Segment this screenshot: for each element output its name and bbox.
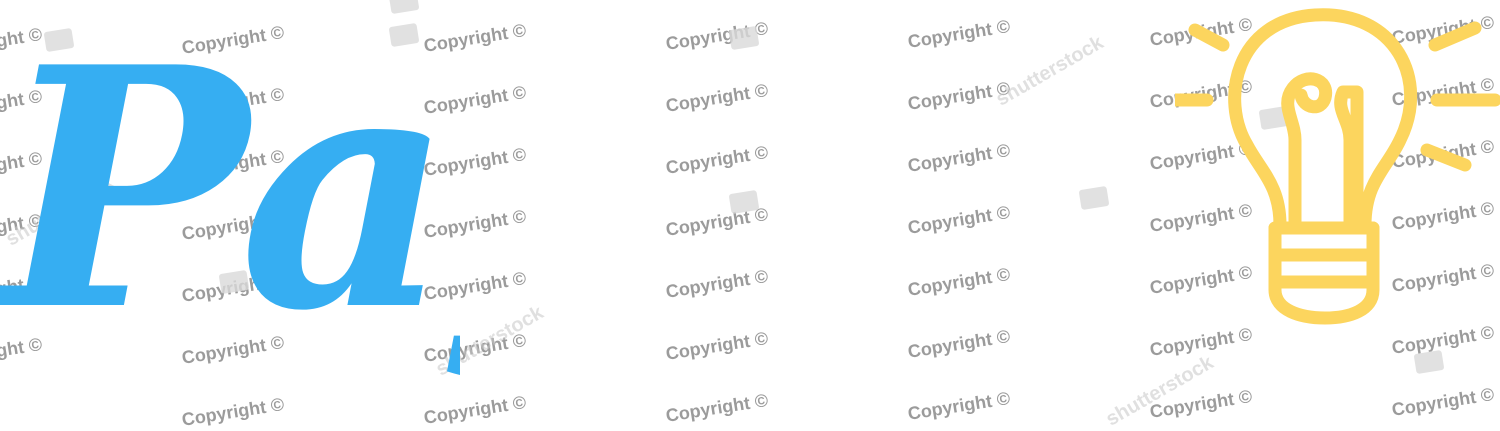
watermark-brand: shutterstock — [992, 31, 1108, 111]
bulb-ray — [1428, 21, 1482, 52]
watermark-text: Copyright © — [906, 139, 1012, 176]
watermark-text: Copyright © — [664, 203, 770, 240]
watermark-text: Copyright © — [664, 265, 770, 302]
bulb-filament — [1334, 85, 1364, 232]
watermark-text: Copyright © — [664, 389, 770, 426]
bulb-base-outline — [1268, 221, 1380, 325]
watermark-text: Copyright © — [664, 17, 770, 54]
watermark-text: Copyright © — [906, 15, 1012, 52]
watermark-camera-icon — [728, 189, 760, 215]
watermark-text: Copyright © — [906, 263, 1012, 300]
pay-logo-text: Pay — [0, 0, 460, 383]
watermark-text: Copyright © — [906, 325, 1012, 362]
watermark-text: Copyright © — [906, 387, 1012, 424]
watermark-camera-icon — [1413, 349, 1445, 375]
pay-logo: Pay — [0, 0, 460, 383]
watermark-text: Copyright © — [664, 327, 770, 364]
watermark-text: Copyright © — [906, 201, 1012, 238]
bulb-filament — [1281, 72, 1333, 232]
watermark-camera-icon — [1078, 185, 1110, 211]
bulb-ray — [1420, 143, 1472, 172]
lightbulb-icon — [1175, 8, 1500, 325]
watermark-camera-icon — [728, 25, 760, 51]
watermark-text: Copyright © — [664, 79, 770, 116]
watermark-text: Copyright © — [1390, 383, 1496, 420]
watermark-text: Copyright © — [664, 141, 770, 178]
bulb-ray — [1188, 23, 1230, 52]
watermark-text: Copyright © — [1148, 385, 1254, 422]
bulb-glass — [1228, 8, 1418, 232]
watermark-brand: shutterstock — [1102, 351, 1218, 431]
watermark-text: Copyright © — [906, 77, 1012, 114]
